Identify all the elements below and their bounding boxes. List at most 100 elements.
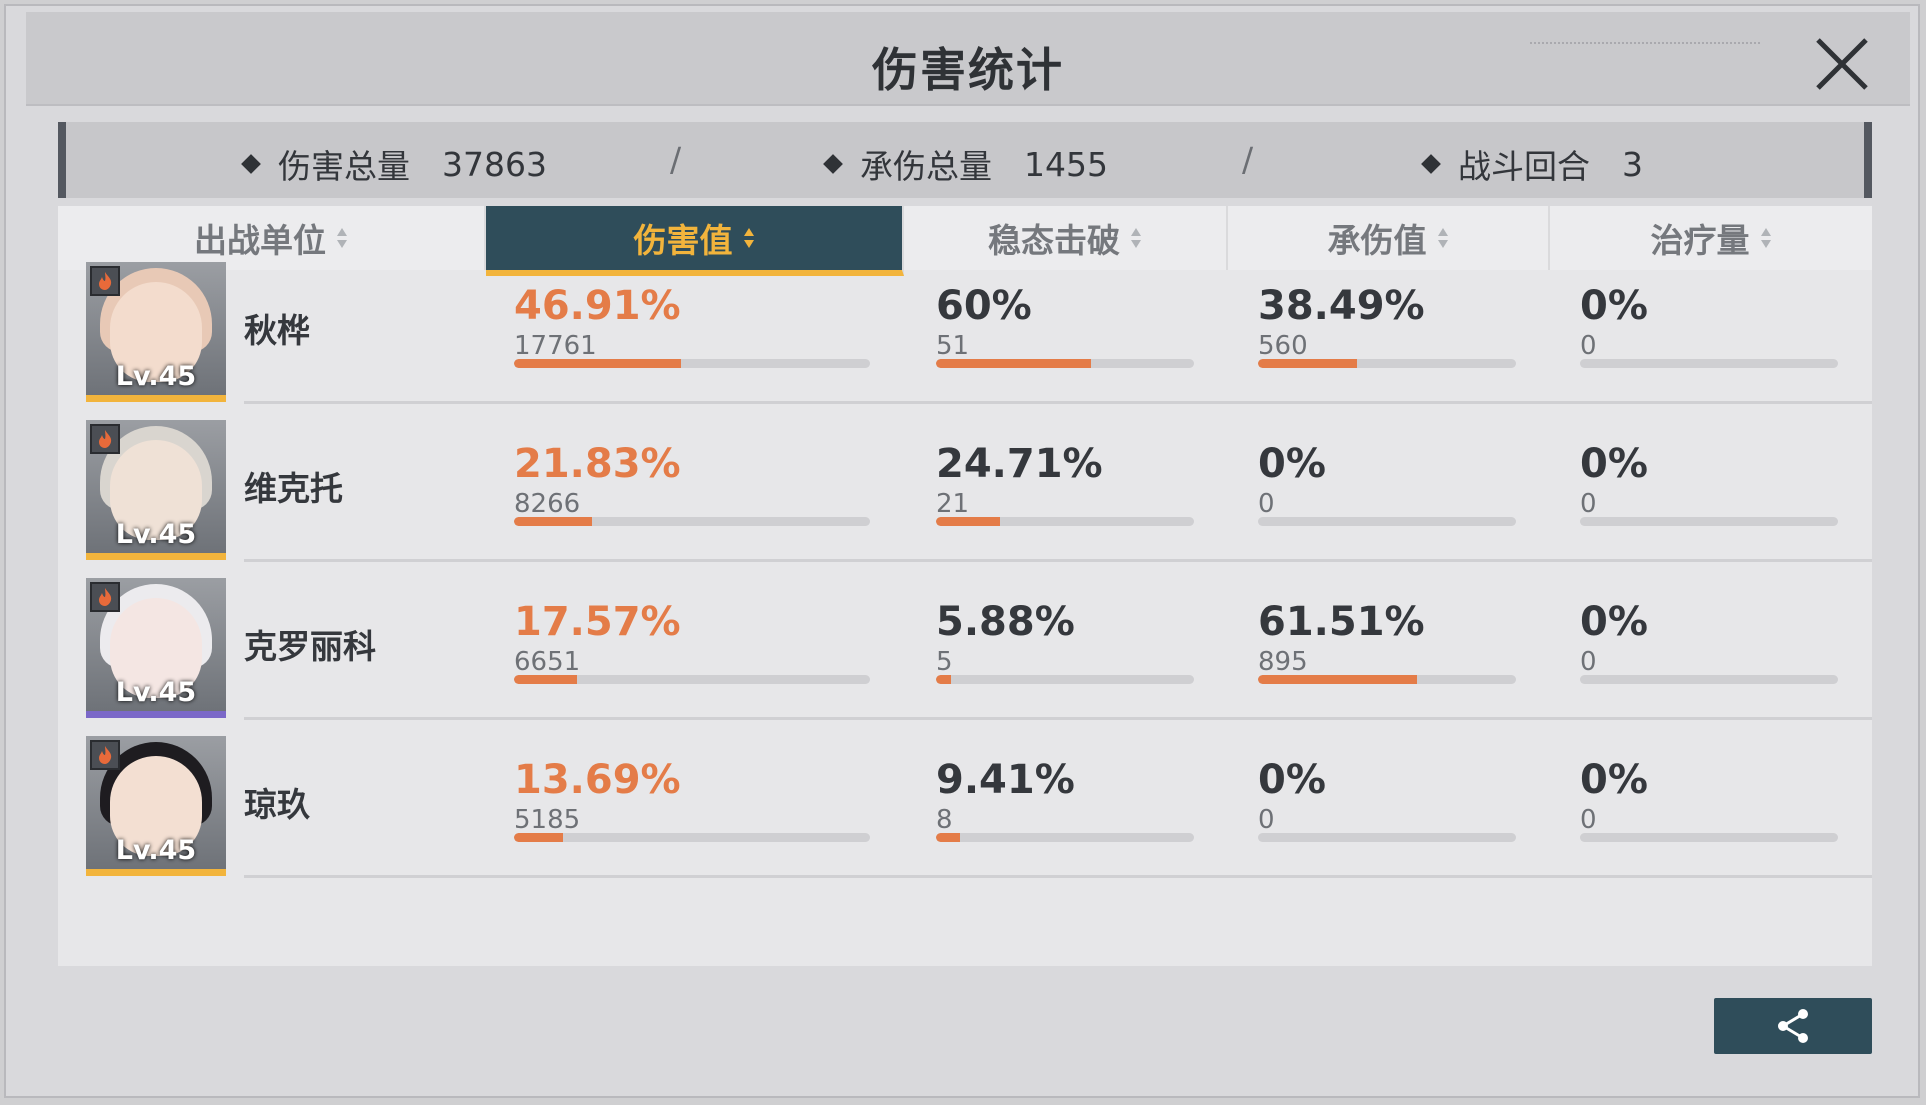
damage-stat: 46.91% 17761 xyxy=(514,284,774,362)
header-bar: 伤害统计 xyxy=(26,12,1910,106)
taken-percent: 38.49% xyxy=(1258,283,1425,329)
table-row: Lv.45 克罗丽科 17.57% 6651 5.88% 5 61.51% 895 0% 0 xyxy=(58,562,1872,720)
taken-progress-fill xyxy=(1258,359,1358,368)
break-value: 21 xyxy=(936,489,970,519)
heal-stat: 0% 0 xyxy=(1580,758,1840,836)
rounds-label: 战斗回合 xyxy=(1458,147,1590,186)
damage-percent: 21.83% xyxy=(514,441,681,487)
heal-progress-bar xyxy=(1580,833,1838,842)
taken-progress-fill xyxy=(1258,675,1417,684)
heal-stat: 0% 0 xyxy=(1580,600,1840,678)
break-progress-bar xyxy=(936,359,1194,368)
summary-bar: 伤害总量 37863 / 承伤总量 1455 / 战斗回合 3 xyxy=(58,122,1872,198)
heal-value: 0 xyxy=(1580,331,1597,361)
fire-icon xyxy=(90,740,120,770)
heal-percent: 0% xyxy=(1580,757,1648,803)
rounds-stat: 战斗回合 3 xyxy=(1421,140,1643,188)
taken-percent: 0% xyxy=(1258,441,1326,487)
share-button[interactable] xyxy=(1714,998,1872,1054)
damage-progress-fill xyxy=(514,833,563,842)
break-percent: 5.88% xyxy=(936,599,1075,645)
rarity-bar xyxy=(86,869,226,876)
heal-progress-bar xyxy=(1580,517,1838,526)
character-name: 秋桦 xyxy=(244,311,310,350)
taken-stat: 38.49% 560 xyxy=(1258,284,1518,362)
avatar: Lv.45 xyxy=(86,578,226,718)
damage-progress-bar xyxy=(514,833,870,842)
character-name: 克罗丽科 xyxy=(244,627,376,666)
damage-percent: 46.91% xyxy=(514,283,681,329)
diamond-icon xyxy=(1421,154,1441,174)
damage-taken-value: 1455 xyxy=(1024,144,1108,184)
damage-taken-label: 承伤总量 xyxy=(860,147,992,186)
total-damage-value: 37863 xyxy=(442,144,547,184)
break-stat: 60% 51 xyxy=(936,284,1196,362)
break-percent: 9.41% xyxy=(936,757,1075,803)
level-label: Lv.45 xyxy=(115,835,197,866)
damage-stat: 13.69% 5185 xyxy=(514,758,774,836)
total-damage-label: 伤害总量 xyxy=(278,147,410,186)
header-decoration xyxy=(1530,42,1760,48)
table-row: Lv.45 秋桦 46.91% 17761 60% 51 38.49% 560 0% 0 xyxy=(58,246,1872,404)
break-progress-bar xyxy=(936,675,1194,684)
break-progress-bar xyxy=(936,833,1194,842)
heal-value: 0 xyxy=(1580,647,1597,677)
taken-value: 0 xyxy=(1258,489,1275,519)
character-name: 琼玖 xyxy=(244,785,310,824)
close-button[interactable] xyxy=(1812,34,1872,94)
character-name: 维克托 xyxy=(244,469,343,508)
taken-value: 560 xyxy=(1258,331,1308,361)
break-stat: 24.71% 21 xyxy=(936,442,1196,520)
taken-value: 895 xyxy=(1258,647,1308,677)
break-progress-fill xyxy=(936,359,1091,368)
diamond-icon xyxy=(241,154,261,174)
break-value: 5 xyxy=(936,647,953,677)
diamond-icon xyxy=(823,154,843,174)
level-label: Lv.45 xyxy=(115,677,197,708)
break-stat: 9.41% 8 xyxy=(936,758,1196,836)
taken-stat: 0% 0 xyxy=(1258,442,1518,520)
level-label: Lv.45 xyxy=(115,361,197,392)
damage-stat: 21.83% 8266 xyxy=(514,442,774,520)
heal-percent: 0% xyxy=(1580,441,1648,487)
taken-stat: 0% 0 xyxy=(1258,758,1518,836)
damage-value: 17761 xyxy=(514,331,597,361)
damage-progress-bar xyxy=(514,517,870,526)
heal-value: 0 xyxy=(1580,805,1597,835)
avatar: Lv.45 xyxy=(86,736,226,876)
avatar: Lv.45 xyxy=(86,420,226,560)
break-percent: 60% xyxy=(936,283,1032,329)
total-damage-stat: 伤害总量 37863 xyxy=(241,140,547,188)
damage-value: 5185 xyxy=(514,805,581,835)
table-row: Lv.45 维克托 21.83% 8266 24.71% 21 0% 0 0% 0 xyxy=(58,404,1872,562)
damage-progress-fill xyxy=(514,675,577,684)
heal-value: 0 xyxy=(1580,489,1597,519)
break-progress-fill xyxy=(936,833,961,842)
break-value: 8 xyxy=(936,805,953,835)
damage-stat: 17.57% 6651 xyxy=(514,600,774,678)
separator: / xyxy=(1242,140,1254,179)
fire-icon xyxy=(90,266,120,296)
break-progress-bar xyxy=(936,517,1194,526)
damage-progress-bar xyxy=(514,359,870,368)
taken-progress-bar xyxy=(1258,359,1516,368)
break-progress-fill xyxy=(936,517,1000,526)
heal-stat: 0% 0 xyxy=(1580,284,1840,362)
rarity-bar xyxy=(86,395,226,402)
taken-progress-bar xyxy=(1258,675,1516,684)
damage-progress-bar xyxy=(514,675,870,684)
stats-table: 出战单位 伤害值 稳态击破 承伤值 治疗量 Lv.45 秋桦 46.91% 17761… xyxy=(58,206,1872,966)
damage-taken-stat: 承伤总量 1455 xyxy=(823,140,1108,188)
share-icon xyxy=(1778,1009,1808,1043)
damage-progress-fill xyxy=(514,359,681,368)
taken-percent: 0% xyxy=(1258,757,1326,803)
heal-progress-bar xyxy=(1580,675,1838,684)
damage-percent: 13.69% xyxy=(514,757,681,803)
damage-progress-fill xyxy=(514,517,592,526)
break-percent: 24.71% xyxy=(936,441,1103,487)
avatar: Lv.45 xyxy=(86,262,226,402)
taken-progress-bar xyxy=(1258,517,1516,526)
heal-percent: 0% xyxy=(1580,283,1648,329)
heal-progress-bar xyxy=(1580,359,1838,368)
close-icon xyxy=(1816,38,1868,90)
